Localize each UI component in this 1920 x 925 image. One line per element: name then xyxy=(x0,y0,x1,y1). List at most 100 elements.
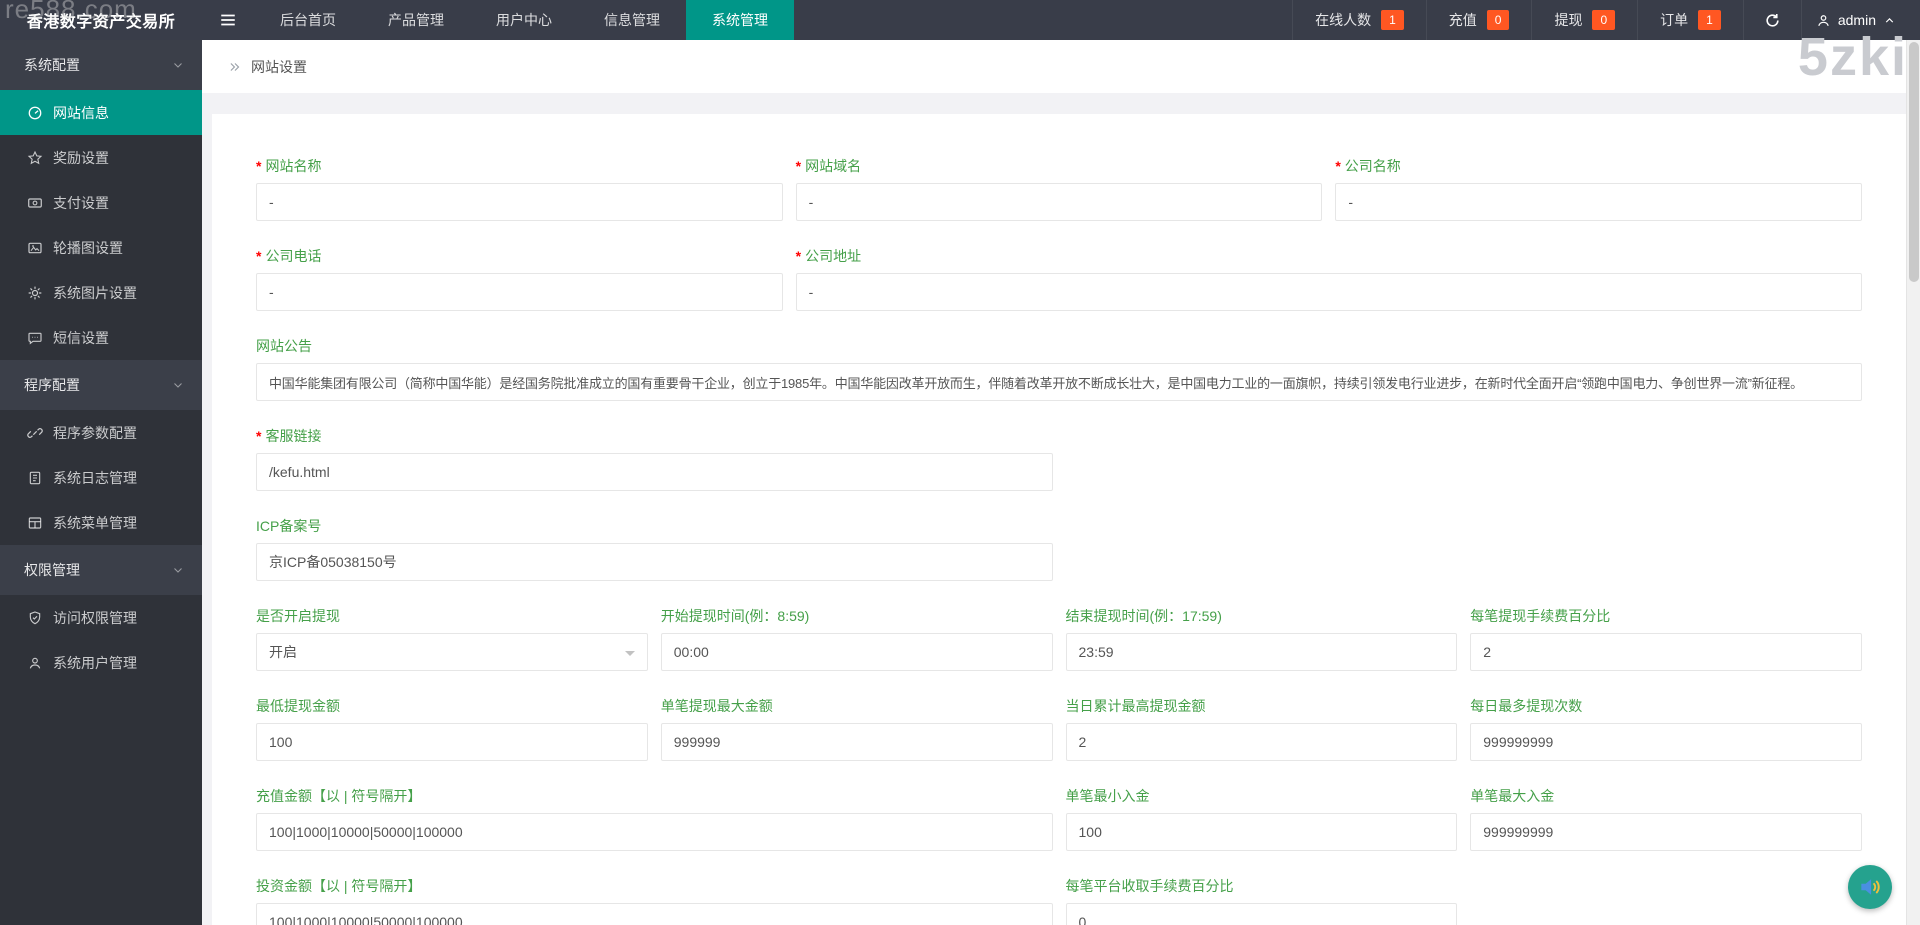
form-row: 投资金额【以 | 符号隔开】每笔平台收取手续费百分比 xyxy=(256,876,1862,925)
sidebar-section-system-config[interactable]: 系统配置 xyxy=(0,40,202,90)
input-company_address[interactable] xyxy=(796,273,1862,311)
field-company_name: *公司名称 xyxy=(1335,156,1862,221)
page-scrollbar[interactable] xyxy=(1906,40,1920,925)
label-withdraw_min: 最低提现金额 xyxy=(256,696,648,716)
required-asterisk: * xyxy=(256,158,261,174)
label-platform_fee_pct: 每笔平台收取手续费百分比 xyxy=(1066,876,1458,896)
sidebar-section-permission[interactable]: 权限管理 xyxy=(0,545,202,595)
layout-icon xyxy=(26,514,43,531)
sidebar-item-reward-setting[interactable]: 奖励设置 xyxy=(0,135,202,180)
sidebar-item-label: 系统图片设置 xyxy=(53,283,137,303)
announcement-sound-button[interactable] xyxy=(1848,865,1892,909)
input-icp_number[interactable] xyxy=(256,543,1053,581)
sidebar-item-access-manage[interactable]: 访问权限管理 xyxy=(0,595,202,640)
header-right: 在线人数1充值0提现0订单1 admin xyxy=(1292,0,1920,40)
sidebar-item-param-config[interactable]: 程序参数配置 xyxy=(0,410,202,455)
input-withdraw_day_max[interactable] xyxy=(1066,723,1458,761)
sidebar-item-pay-setting[interactable]: 支付设置 xyxy=(0,180,202,225)
app-logo: 香港数字资产交易所 xyxy=(0,8,202,32)
input-platform_fee_pct[interactable] xyxy=(1066,903,1458,925)
label-icp_number: ICP备案号 xyxy=(256,516,1053,536)
sidebar-section-program-config[interactable]: 程序配置 xyxy=(0,360,202,410)
input-withdraw_min[interactable] xyxy=(256,723,648,761)
stat-recharge[interactable]: 充值0 xyxy=(1426,0,1532,40)
input-withdraw_day_count[interactable] xyxy=(1470,723,1862,761)
field-withdraw_fee_pct: 每笔提现手续费百分比 xyxy=(1470,606,1862,671)
nav-item-home[interactable]: 后台首页 xyxy=(254,0,362,40)
field-platform_fee_pct: 每笔平台收取手续费百分比 xyxy=(1066,876,1458,925)
site-settings-form: *网站名称*网站域名*公司名称*公司电话*公司地址网站公告*客服链接ICP备案号… xyxy=(256,156,1862,925)
breadcrumb: 网站设置 xyxy=(202,40,1920,93)
field-withdraw_day_count: 每日最多提现次数 xyxy=(1470,696,1862,761)
sidebar-item-image-setting[interactable]: 系统图片设置 xyxy=(0,270,202,315)
message-icon xyxy=(26,329,43,346)
stat-online-users[interactable]: 在线人数1 xyxy=(1292,0,1426,40)
money-icon xyxy=(26,194,43,211)
label-withdraw_fee_pct: 每笔提现手续费百分比 xyxy=(1470,606,1862,626)
input-company_name[interactable] xyxy=(1335,183,1862,221)
label-deposit_min: 单笔最小入金 xyxy=(1066,786,1458,806)
sidebar-item-label: 网站信息 xyxy=(53,103,109,123)
dashboard-icon xyxy=(26,104,43,121)
gear-icon xyxy=(26,284,43,301)
input-site_notice[interactable] xyxy=(256,363,1862,401)
scrollbar-thumb[interactable] xyxy=(1909,42,1919,282)
sidebar-item-label: 系统日志管理 xyxy=(53,468,137,488)
refresh-button[interactable] xyxy=(1743,0,1801,40)
label-deposit_max: 单笔最大入金 xyxy=(1470,786,1862,806)
field-deposit_min: 单笔最小入金 xyxy=(1066,786,1458,851)
stat-badge: 1 xyxy=(1381,10,1404,30)
select-value: 开启 xyxy=(269,642,297,662)
speaker-icon xyxy=(1857,874,1883,900)
sidebar-item-label: 支付设置 xyxy=(53,193,109,213)
sidebar-item-menu-manage[interactable]: 系统菜单管理 xyxy=(0,500,202,545)
sidebar-item-user-manage[interactable]: 系统用户管理 xyxy=(0,640,202,685)
input-kefu_link[interactable] xyxy=(256,453,1053,491)
breadcrumb-chevrons-icon xyxy=(228,60,242,74)
stat-withdraw[interactable]: 提现0 xyxy=(1531,0,1637,40)
nav-item-user[interactable]: 用户中心 xyxy=(470,0,578,40)
select-withdraw_switch[interactable]: 开启 xyxy=(256,633,648,671)
field-site_name: *网站名称 xyxy=(256,156,783,221)
nav-item-system[interactable]: 系统管理 xyxy=(686,0,794,40)
sidebar-item-site-info[interactable]: 网站信息 xyxy=(0,90,202,135)
nav-item-product[interactable]: 产品管理 xyxy=(362,0,470,40)
stat-orders[interactable]: 订单1 xyxy=(1637,0,1743,40)
input-site_domain[interactable] xyxy=(796,183,1323,221)
stat-label: 充值 xyxy=(1449,10,1477,30)
field-company_phone: *公司电话 xyxy=(256,246,783,311)
form-row: *公司电话*公司地址 xyxy=(256,246,1862,311)
field-withdraw_start: 开始提现时间(例：8:59) xyxy=(661,606,1053,671)
nav-item-info[interactable]: 信息管理 xyxy=(578,0,686,40)
page-layout: 系统配置网站信息奖励设置支付设置轮播图设置系统图片设置短信设置程序配置程序参数配… xyxy=(0,40,1920,925)
person-icon xyxy=(1816,13,1831,28)
input-deposit_max[interactable] xyxy=(1470,813,1862,851)
field-withdraw_max_per: 单笔提现最大金额 xyxy=(661,696,1053,761)
field-kefu_link: *客服链接 xyxy=(256,426,1053,491)
input-site_name[interactable] xyxy=(256,183,783,221)
admin-menu[interactable]: admin xyxy=(1801,0,1920,40)
stat-label: 提现 xyxy=(1554,10,1582,30)
input-withdraw_max_per[interactable] xyxy=(661,723,1053,761)
field-company_address: *公司地址 xyxy=(796,246,1862,311)
input-deposit_min[interactable] xyxy=(1066,813,1458,851)
chevron-up-icon xyxy=(1883,14,1896,27)
menu-toggle-icon[interactable] xyxy=(202,0,254,40)
label-site_domain: *网站域名 xyxy=(796,156,1323,176)
chevron-down-icon xyxy=(172,564,184,576)
input-recharge_amounts[interactable] xyxy=(256,813,1053,851)
input-withdraw_fee_pct[interactable] xyxy=(1470,633,1862,671)
input-company_phone[interactable] xyxy=(256,273,783,311)
input-invest_amounts[interactable] xyxy=(256,903,1053,925)
input-withdraw_start[interactable] xyxy=(661,633,1053,671)
top-header: 香港数字资产交易所 后台首页产品管理用户中心信息管理系统管理 在线人数1充值0提… xyxy=(0,0,1920,40)
sidebar-item-sms-setting[interactable]: 短信设置 xyxy=(0,315,202,360)
field-withdraw_end: 结束提现时间(例：17:59) xyxy=(1066,606,1458,671)
sidebar-item-banner-setting[interactable]: 轮播图设置 xyxy=(0,225,202,270)
sidebar-item-log-manage[interactable]: 系统日志管理 xyxy=(0,455,202,500)
field-deposit_max: 单笔最大入金 xyxy=(1470,786,1862,851)
sidebar-item-label: 轮播图设置 xyxy=(53,238,123,258)
main-content: 网站设置 *网站名称*网站域名*公司名称*公司电话*公司地址网站公告*客服链接I… xyxy=(202,40,1920,925)
input-withdraw_end[interactable] xyxy=(1066,633,1458,671)
sidebar: 系统配置网站信息奖励设置支付设置轮播图设置系统图片设置短信设置程序配置程序参数配… xyxy=(0,40,202,925)
